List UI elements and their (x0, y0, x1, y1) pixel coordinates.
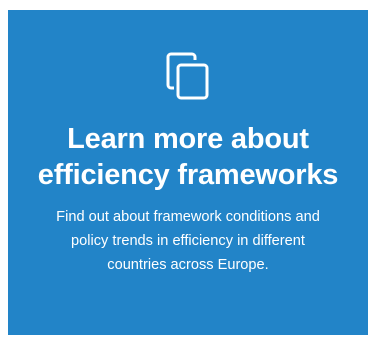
card-description: Find out about framework conditions and … (22, 205, 354, 277)
card-description-line-3: countries across Europe. (107, 257, 269, 273)
copy-icon (164, 50, 212, 102)
card-description-line-2: policy trends in efficiency in different (71, 233, 305, 249)
card-description-line-1: Find out about framework conditions and (56, 209, 320, 225)
efficiency-frameworks-card[interactable]: Learn more about efficiency frameworks F… (8, 10, 368, 335)
card-title-line-2: efficiency frameworks (37, 159, 339, 191)
card-title: Learn more about efficiency frameworks (8, 121, 368, 193)
card-title-line-1: Learn more about (67, 123, 309, 155)
